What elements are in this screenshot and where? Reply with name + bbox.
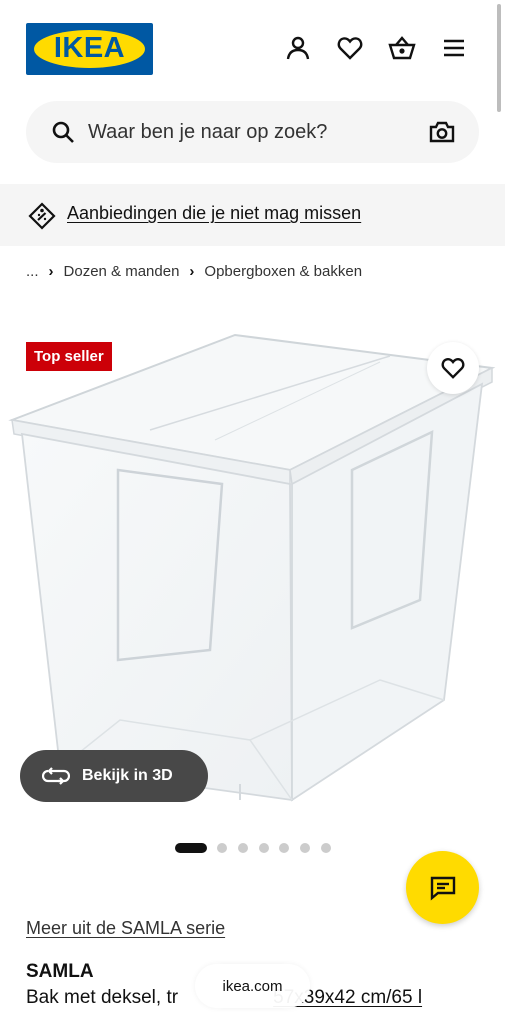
pager-dot[interactable]: [258, 843, 269, 853]
breadcrumb-item-boxes-baskets[interactable]: Dozen & manden: [64, 263, 180, 280]
ikea-logo[interactable]: IKEA: [26, 23, 153, 75]
pager-dot[interactable]: [237, 843, 248, 853]
pager-dot[interactable]: [217, 843, 227, 853]
breadcrumb-item-storage-boxes[interactable]: Opbergboxen & bakken: [204, 263, 362, 280]
promo-bar: Aanbiedingen die je niet mag missen: [0, 184, 505, 246]
add-to-favorites-button[interactable]: [427, 342, 479, 394]
breadcrumb-ellipsis[interactable]: ...: [26, 263, 39, 280]
product-description-text: Bak met deksel, tr: [26, 987, 179, 1008]
pager-dot[interactable]: [300, 843, 311, 853]
series-link[interactable]: Meer uit de SAMLA serie: [26, 918, 225, 939]
chevron-right-icon: ›: [48, 263, 54, 280]
heart-icon: [441, 358, 465, 379]
camera-search-icon[interactable]: [429, 120, 455, 144]
scrollbar[interactable]: [497, 4, 501, 112]
image-pager: [175, 843, 342, 853]
heart-icon[interactable]: [336, 34, 364, 62]
promo-link[interactable]: Aanbiedingen die je niet mag missen: [67, 203, 361, 224]
search-icon[interactable]: [51, 120, 75, 144]
offer-tag-icon: [28, 202, 56, 230]
breadcrumb: ... › Dozen & manden › Opbergboxen & bak…: [26, 263, 362, 280]
search-bar[interactable]: [26, 101, 479, 163]
product-name: SAMLA: [26, 961, 94, 982]
rotate-3d-icon: [42, 767, 70, 785]
view-in-3d-button[interactable]: Bekijk in 3D: [20, 750, 208, 802]
menu-icon[interactable]: [440, 34, 468, 62]
chevron-right-icon: ›: [189, 263, 195, 280]
chat-button[interactable]: [406, 851, 479, 924]
logo-text: IKEA: [53, 32, 126, 64]
chat-icon: [430, 876, 455, 901]
view-in-3d-label: Bekijk in 3D: [82, 767, 173, 784]
basket-icon[interactable]: [388, 34, 416, 62]
pager-dot[interactable]: [320, 843, 331, 853]
account-icon[interactable]: [284, 34, 312, 62]
site-header: IKEA: [0, 0, 505, 96]
browser-url-pill[interactable]: ikea.com: [195, 964, 310, 1008]
pager-dot-active[interactable]: [175, 843, 207, 853]
top-seller-badge: Top seller: [26, 342, 112, 371]
search-input[interactable]: [88, 113, 418, 151]
pager-dot[interactable]: [279, 843, 290, 853]
